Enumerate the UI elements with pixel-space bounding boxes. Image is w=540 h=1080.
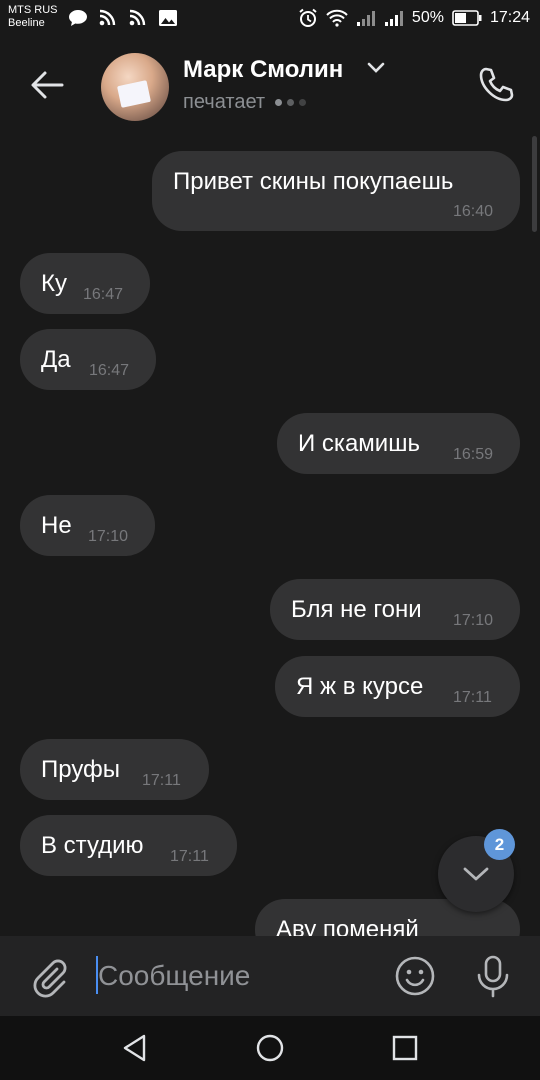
message-time: 16:47 [83,286,124,303]
typing-dots-icon [275,99,307,106]
microphone-icon [477,955,509,998]
message-text: Аву поменяй [276,916,419,936]
unread-badge: 2 [484,829,515,860]
message-time: 17:10 [453,612,494,629]
text-cursor [96,956,98,994]
chat-bubble-icon [69,10,87,26]
clock: 17:24 [489,9,530,26]
carrier-labels: MTS RUS Beeline [8,4,58,30]
typing-label: печатает [183,91,266,113]
message-outgoing[interactable]: Я ж в курсе 17:11 [275,656,520,717]
rss-icon [129,9,146,26]
message-text: В студию [41,832,144,859]
chevron-down-icon[interactable] [367,62,385,74]
back-arrow-icon [31,71,64,99]
image-icon [159,10,177,26]
message-time: 17:11 [170,848,209,865]
battery-icon [452,10,482,26]
signal-icon [384,11,403,26]
chat-header: Марк Смолин печатает [0,36,540,136]
signal-icon [356,11,375,26]
attach-button[interactable] [27,954,71,998]
carrier-1: MTS RUS [8,4,58,16]
home-circle-icon[interactable] [255,1033,285,1063]
message-text: Я ж в курсе [296,673,424,700]
message-time: 17:11 [453,689,492,706]
message-incoming[interactable]: Ку 16:47 [20,253,150,314]
message-time: 17:11 [142,772,181,789]
message-outgoing[interactable]: Привет скины покупаешь 16:40 [152,151,520,231]
system-navigation-bar [0,1016,540,1080]
contact-name[interactable]: Марк Смолин [183,56,343,84]
message-text: Пруфы [41,756,121,783]
wifi-icon [326,9,348,27]
message-incoming[interactable]: Да 16:47 [20,329,156,390]
paperclip-icon [33,959,67,998]
scrollbar[interactable] [532,136,537,232]
chevron-down-icon [463,867,489,881]
message-text: И скамишь [298,430,420,457]
emoji-icon [395,956,435,996]
message-text: Привет скины покупаешь [173,168,454,195]
carrier-2: Beeline [8,17,45,29]
message-text: Не [41,512,72,539]
phone-icon [479,67,514,102]
message-incoming[interactable]: В студию 17:11 [20,815,237,876]
emoji-button[interactable] [394,955,436,997]
message-time: 16:59 [453,446,494,463]
message-input[interactable] [96,954,376,998]
call-button[interactable] [474,63,518,107]
message-time: 16:47 [89,362,130,379]
message-incoming[interactable]: Не 17:10 [20,495,155,556]
message-time: 17:10 [88,528,129,545]
avatar[interactable] [101,53,169,121]
message-outgoing[interactable]: Бля не гони 17:10 [270,579,520,640]
back-triangle-icon[interactable] [120,1033,150,1063]
rss-icon [99,9,116,26]
message-outgoing[interactable]: И скамишь 16:59 [277,413,520,474]
status-bar: MTS RUS Beeline 50% 17:24 [0,0,540,36]
message-time: 16:40 [453,203,494,220]
message-text: Ку [41,270,67,297]
message-composer [0,936,540,1016]
message-text: Да [41,346,71,373]
message-incoming[interactable]: Пруфы 17:11 [20,739,209,800]
message-list[interactable]: Привет скины покупаешь 16:40 Ку 16:47 Да… [0,136,540,936]
typing-status: печатает [183,91,307,114]
back-button[interactable] [26,64,68,106]
alarm-icon [299,8,317,27]
voice-message-button[interactable] [472,954,514,998]
message-text: Бля не гони [291,596,422,623]
recents-square-icon[interactable] [390,1033,420,1063]
battery-percent: 50% [411,9,444,26]
